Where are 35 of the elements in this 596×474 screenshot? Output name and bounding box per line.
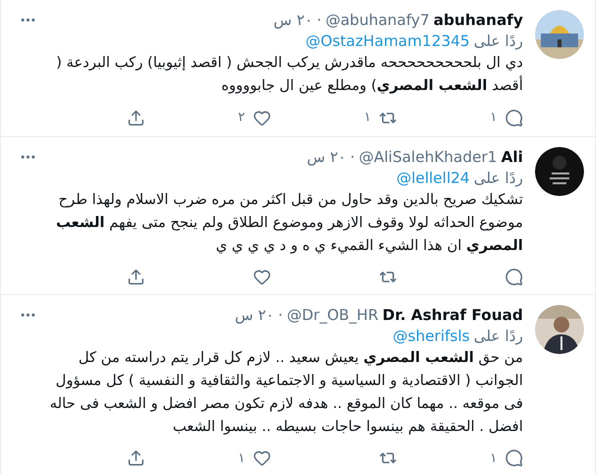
mention-link[interactable]: @sherifsls [392,324,470,346]
share-icon[interactable] [127,108,145,127]
display-name[interactable]: Dr. Ashraf Fouad [382,304,523,324]
separator-dot: · [278,304,283,324]
reply-label: ردًا على [474,31,523,52]
separator-dot: · [350,146,355,166]
reply-icon[interactable] [505,268,523,286]
user-handle: @AliSalehKhader1 [358,146,498,166]
timestamp[interactable]: ٢٠ س [273,10,313,30]
mention-link[interactable]: @OstazHamam12345 [306,30,470,52]
reply-label: ردًا على [474,326,523,346]
separator-dot: · [316,10,322,30]
count-label: ٢ [238,109,245,127]
like-icon[interactable] [253,108,271,127]
like-icon[interactable] [253,449,271,468]
display-name[interactable]: Ali [501,146,523,166]
display-name[interactable]: abuhanafy [434,10,523,30]
reply-icon[interactable] [505,449,523,468]
user-handle: @abuhanafy7 [325,10,430,30]
share-icon[interactable] [127,268,145,286]
count-label: ١ [238,450,245,468]
like-icon[interactable] [253,268,271,286]
reply-icon[interactable] [505,108,523,127]
count-label: ١ [490,109,497,127]
reply-label: ردًا على [474,168,523,188]
count-label: ١ [364,109,371,127]
mention-link[interactable]: @lellell24 [396,166,470,188]
user-handle: @Dr_OB_HR [286,304,378,324]
tweet-text: من حق الشعب المصري يعيش سعيد .. لازم كل قرار يتم دراسته من كل الجوانب ( الاقتصادية و السياسية و الاجتماعية والثقافية و النفسية ) كل مسؤول فى موقعه .. مهما كان الموقع .. هدفه لازم تكون مصر افضل و الشعب فى حاله افضل . الحقيقة هم بينسوا حاجات بسيطه .. بينسوا الشعب [48,348,523,436]
tweet-text: دي ال بلحححححححححه ماقدرش يركب الجحش ( اقصد إثيوبيا) ركب البردعة ( أقصد الشعب المصري) ومطلع عين ال جابووووه [55,54,523,96]
count-label: ١ [490,450,497,468]
timestamp[interactable]: ٢٠ س [234,304,274,324]
tweet-text: تشكيك صريح بالدين وقد حاول من قبل اكثر من مره ضرب الاسلام ولهذا طرح موضوع الحداثه لولا وقوف الازهر وموضوع الطلاق ولم ينجح متى يفهم الشعب المصري ان هذا الشيء القميء ي ه و د ي ي ي ي [54,190,523,256]
share-icon[interactable] [127,449,145,468]
timestamp[interactable]: ٢٠ س [306,146,346,166]
